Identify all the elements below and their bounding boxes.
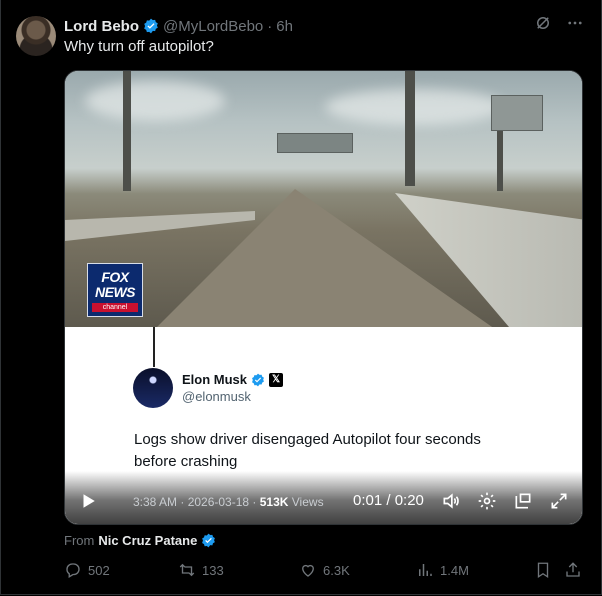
x-logo-icon: 𝕏 xyxy=(269,372,284,387)
action-bar: 502 133 6.3K 1.4M xyxy=(64,561,584,583)
tweet-text: Why turn off autopilot? xyxy=(64,38,214,55)
volume-icon[interactable] xyxy=(441,491,461,511)
video-frame: FOX NEWS channel xyxy=(65,71,582,329)
author-avatar[interactable] xyxy=(16,16,56,56)
video-meta-time: 3:38 AM · 2026-03-18 · xyxy=(133,495,260,509)
grok-icon[interactable] xyxy=(534,14,552,32)
share-icon[interactable] xyxy=(564,561,582,579)
fox-news-logo: FOX NEWS channel xyxy=(87,263,143,317)
video-progress-bar[interactable] xyxy=(73,469,574,471)
repost-count: 133 xyxy=(202,562,224,578)
like-count: 6.3K xyxy=(323,562,350,578)
overhead-sign xyxy=(491,95,543,131)
more-options-icon[interactable] xyxy=(566,14,584,32)
separator-dot: · xyxy=(267,17,273,35)
from-label: From xyxy=(64,533,95,548)
quoted-text: Logs show driver disengaged Autopilot fo… xyxy=(134,431,481,470)
quoted-author: Elon Musk 𝕏 xyxy=(182,372,284,387)
bookmark-icon[interactable] xyxy=(534,561,552,579)
tweet-header: Lord Bebo @MyLordBebo · 6h xyxy=(64,16,293,36)
video-views-count: 513K xyxy=(259,495,289,509)
overhead-sign xyxy=(277,133,353,153)
cloud xyxy=(325,89,505,125)
verified-badge-icon xyxy=(252,373,264,386)
pole xyxy=(123,71,131,191)
settings-gear-icon[interactable] xyxy=(477,491,497,511)
tweet-time[interactable]: 6h xyxy=(276,18,293,35)
video-player[interactable]: FOX NEWS channel Elon Musk 𝕏 @elonmusk L… xyxy=(64,70,583,525)
video-progress-fill xyxy=(73,469,99,471)
verified-badge-icon xyxy=(202,533,216,548)
video-views-label: Views xyxy=(288,495,324,509)
cloud xyxy=(85,81,225,121)
quoted-handle: @elonmusk xyxy=(182,389,251,404)
views-chart-icon xyxy=(419,564,432,576)
fullscreen-icon[interactable] xyxy=(549,491,569,511)
views-count: 1.4M xyxy=(440,562,469,578)
heart-icon xyxy=(302,564,314,577)
reply-count: 502 xyxy=(88,562,110,578)
pole xyxy=(405,71,415,186)
quoted-author-name: Elon Musk xyxy=(182,372,248,387)
repost-button[interactable]: 133 xyxy=(178,561,224,579)
pole xyxy=(497,121,503,191)
author-handle[interactable]: @MyLordBebo xyxy=(163,18,263,35)
header-actions xyxy=(534,14,584,32)
video-meta: 3:38 AM · 2026-03-18 · 513K Views xyxy=(133,495,324,509)
picture-in-picture-icon[interactable] xyxy=(513,491,533,511)
play-icon[interactable] xyxy=(79,492,97,510)
source-attribution: From Nic Cruz Patane xyxy=(64,533,216,548)
reply-button[interactable]: 502 xyxy=(64,561,110,579)
reply-icon xyxy=(66,563,80,578)
author-name[interactable]: Lord Bebo xyxy=(64,18,139,35)
quoted-avatar xyxy=(133,368,173,408)
video-timecode: 0:01 / 0:20 xyxy=(353,492,424,509)
views-button[interactable]: 1.4M xyxy=(416,561,469,579)
source-account[interactable]: Nic Cruz Patane xyxy=(98,533,197,548)
reply-connector xyxy=(153,327,155,367)
like-button[interactable]: 6.3K xyxy=(299,561,350,579)
repost-icon xyxy=(179,563,195,577)
verified-badge-icon xyxy=(144,18,158,34)
